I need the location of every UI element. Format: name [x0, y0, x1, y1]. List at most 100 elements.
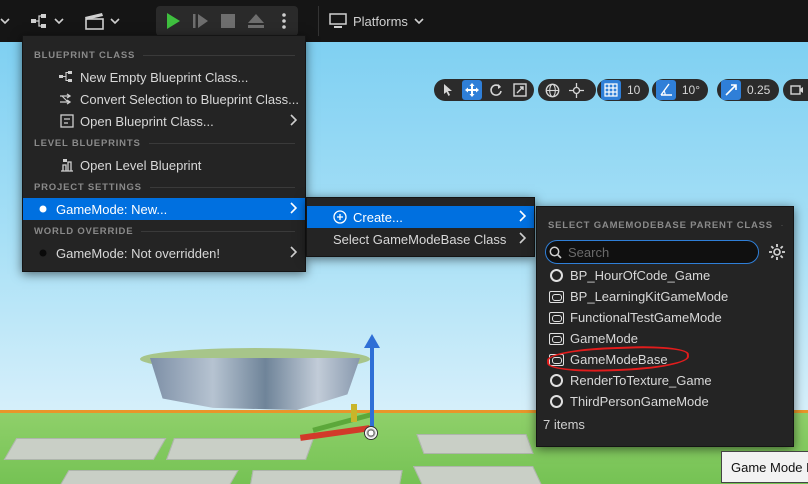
- convert-icon: [58, 90, 76, 108]
- open-blueprint-class-item[interactable]: Open Blueprint Class...: [23, 110, 305, 132]
- scale-snap-value[interactable]: 0.25: [745, 83, 774, 97]
- item-count: 7 items: [543, 417, 585, 432]
- gizmo-center[interactable]: [364, 426, 378, 440]
- transform-tools: [434, 79, 534, 101]
- mode-dropdown-chevron[interactable]: [0, 6, 14, 36]
- chevron-right-icon: [518, 232, 527, 247]
- chevron-down-icon: [110, 18, 120, 25]
- blueprints-button[interactable]: [30, 6, 66, 36]
- floating-island: [140, 348, 370, 410]
- coordinate-space-group: [538, 79, 596, 101]
- menu-item-label: New Empty Blueprint Class...: [80, 69, 249, 85]
- camera-speed-button[interactable]: [787, 80, 807, 100]
- menu-item-label: Convert Selection to Blueprint Class...: [80, 91, 299, 107]
- circle-icon: [549, 394, 564, 409]
- scale-icon: [513, 83, 527, 97]
- chevron-right-icon: [518, 210, 527, 225]
- class-name: FunctionalTestGameMode: [570, 310, 722, 325]
- class-row[interactable]: ThirdPersonGameMode: [549, 391, 709, 412]
- menu-item-label: Open Blueprint Class...: [80, 113, 214, 129]
- platforms-label: Platforms: [353, 13, 408, 29]
- chevron-right-icon: [289, 202, 298, 217]
- section-header: SELECT GAMEMODEBASE PARENT CLASS: [537, 214, 793, 236]
- gamepad-icon: [549, 289, 564, 304]
- circle-icon: [549, 373, 564, 388]
- more-options-icon[interactable]: [280, 12, 288, 30]
- rotation-snap-toggle[interactable]: [656, 80, 676, 100]
- grid-snap-toggle[interactable]: [601, 80, 621, 100]
- gamemode-override-item[interactable]: GameMode: Not overridden!: [23, 242, 305, 264]
- surface-snap-icon: [568, 82, 584, 98]
- cursor-arrow-icon: [444, 84, 452, 96]
- floor-tile: [3, 438, 167, 460]
- menu-item-label: Create...: [353, 209, 403, 225]
- stop-icon[interactable]: [220, 13, 236, 29]
- gizmo-z-axis[interactable]: [370, 342, 374, 428]
- globe-icon: [545, 83, 559, 97]
- convert-selection-item[interactable]: Convert Selection to Blueprint Class...: [23, 88, 305, 110]
- rotate-tool-button[interactable]: [486, 80, 506, 100]
- scale-snap-toggle[interactable]: [721, 80, 741, 100]
- folder-blueprint-icon: [58, 112, 76, 130]
- blueprint-icon: [31, 14, 46, 28]
- select-gamemodebase-item[interactable]: Select GameModeBase Class: [307, 228, 534, 250]
- menu-item-label: GameMode: Not overridden!: [56, 245, 221, 261]
- world-space-button[interactable]: [542, 80, 562, 100]
- tooltip: Game Mode Base: [721, 451, 808, 483]
- gear-icon[interactable]: [768, 243, 786, 264]
- grid-snap-group: 10: [597, 79, 649, 101]
- search-input[interactable]: [564, 242, 758, 262]
- angle-icon: [660, 83, 672, 96]
- surface-snap-button[interactable]: [566, 80, 586, 100]
- grid-snap-value[interactable]: 10: [625, 83, 644, 97]
- rotation-snap-group: 10°: [652, 79, 708, 101]
- level-blueprint-icon: [58, 156, 76, 174]
- play-icon[interactable]: [164, 12, 182, 30]
- create-gamemode-item[interactable]: Create...: [307, 206, 534, 228]
- blueprint-class-icon: [58, 68, 76, 86]
- open-level-blueprint-item[interactable]: Open Level Blueprint: [23, 154, 305, 176]
- translate-tool-button[interactable]: [462, 80, 482, 100]
- class-row[interactable]: FunctionalTestGameMode: [549, 307, 722, 328]
- rotate-icon: [490, 84, 502, 96]
- floor-tile: [416, 434, 534, 454]
- floor-tile: [165, 438, 315, 460]
- class-picker-menu: SELECT GAMEMODEBASE PARENT CLASS BP_Hour…: [536, 206, 794, 447]
- gamepad-icon: [549, 331, 564, 346]
- floor-tile: [413, 466, 547, 484]
- class-row[interactable]: BP_HourOfCode_Game: [549, 265, 710, 286]
- grid-icon: [604, 83, 618, 97]
- gizmo-z-arrowhead[interactable]: [364, 334, 380, 348]
- scale-tool-button[interactable]: [510, 80, 530, 100]
- new-empty-blueprint-item[interactable]: New Empty Blueprint Class...: [23, 66, 305, 88]
- search-icon: [546, 246, 564, 259]
- rotation-snap-value[interactable]: 10°: [680, 83, 704, 97]
- eject-icon[interactable]: [247, 12, 265, 30]
- cinematics-button[interactable]: [84, 6, 120, 36]
- class-name: BP_HourOfCode_Game: [570, 268, 711, 283]
- floor-tile: [51, 470, 239, 484]
- class-row[interactable]: RenderToTexture_Game: [549, 370, 712, 391]
- tooltip-text: Game Mode Base: [731, 460, 808, 475]
- move-arrows-icon: [465, 83, 479, 97]
- gamemode-new-item[interactable]: GameMode: New...: [23, 198, 305, 220]
- select-tool-button[interactable]: [438, 80, 458, 100]
- clapperboard-icon: [85, 13, 104, 30]
- class-row[interactable]: BP_LearningKitGameMode: [549, 286, 728, 307]
- menu-item-label: Select GameModeBase Class: [333, 231, 507, 247]
- gizmo-plane-handle[interactable]: [351, 404, 357, 422]
- advance-frame-icon[interactable]: [192, 12, 210, 30]
- gamemode-submenu: Create... Select GameModeBase Class: [306, 197, 535, 257]
- circle-icon: [549, 268, 564, 283]
- platforms-button[interactable]: Platforms: [318, 6, 430, 36]
- class-name: BP_LearningKitGameMode: [570, 289, 729, 304]
- camera-icon: [790, 85, 803, 95]
- section-header: WORLD OVERRIDE: [23, 220, 305, 242]
- gamepad-icon: [549, 310, 564, 325]
- class-name: GameMode: [570, 331, 638, 346]
- floor-tile: [247, 470, 403, 484]
- class-name: ThirdPersonGameMode: [570, 394, 709, 409]
- search-box[interactable]: [545, 240, 759, 264]
- menu-item-label: Open Level Blueprint: [80, 157, 202, 173]
- scale-snap-group: 0.25: [717, 79, 779, 101]
